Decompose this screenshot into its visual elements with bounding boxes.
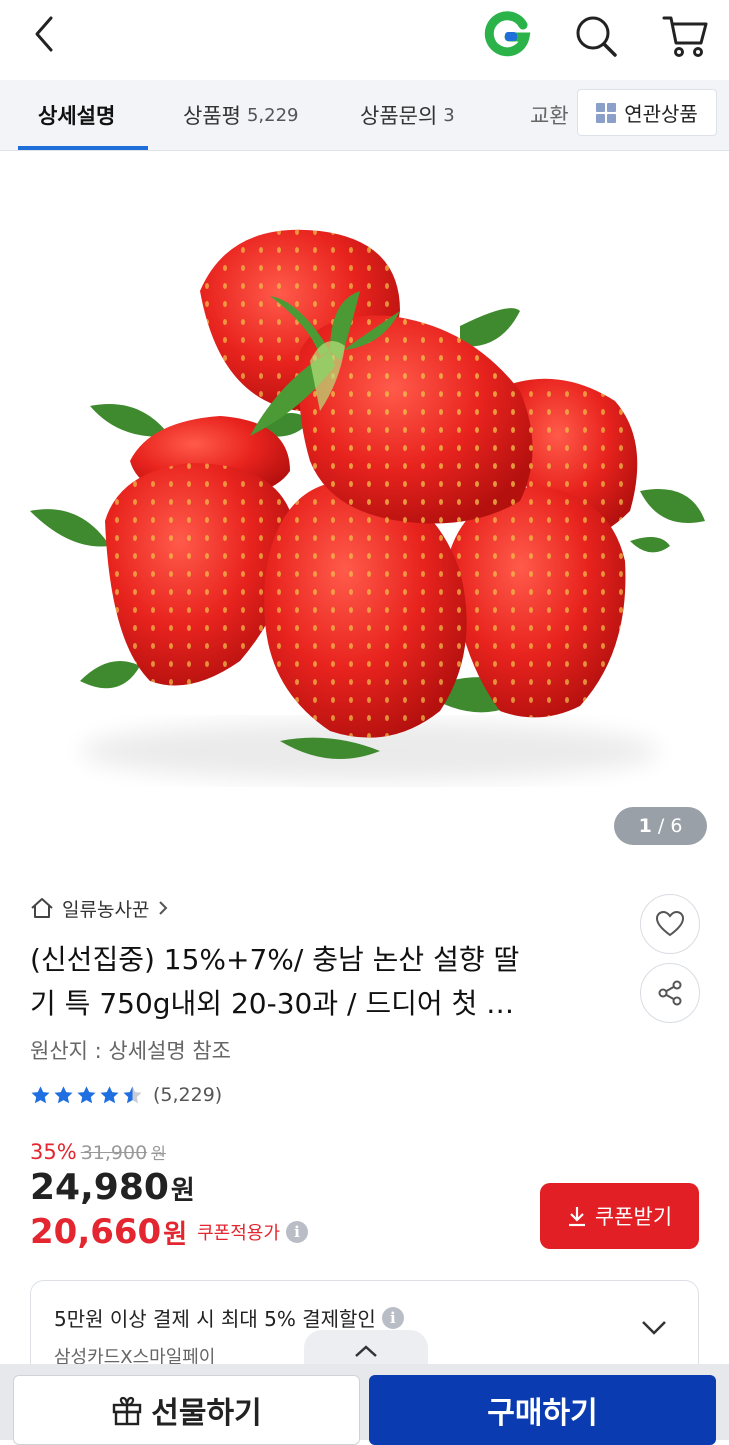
star-rating xyxy=(30,1085,143,1106)
tab-label: 상세설명 xyxy=(38,104,116,128)
sale-price-row: 24,980 원 xyxy=(30,1167,195,1208)
heart-icon xyxy=(655,910,685,937)
discount-percent: 35% xyxy=(30,1140,77,1164)
g-logo-icon xyxy=(484,11,531,57)
coupon-price-row: 20,660 원 쿠폰적용가 i xyxy=(30,1212,308,1252)
image-counter: 1 / 6 xyxy=(614,807,707,845)
coupon-price: 20,660 xyxy=(30,1212,162,1252)
original-price: 31,900 xyxy=(80,1142,148,1164)
product-title-line: 기 특 750g내외 20-30과 / 드디어 첫 … xyxy=(30,987,515,1020)
image-counter-total: 6 xyxy=(670,815,683,837)
product-title-line: (신선집중) 15%+7%/ 충남 논산 설향 딸 xyxy=(30,943,520,976)
share-icon xyxy=(658,980,682,1006)
original-price-unit: 원 xyxy=(151,1144,166,1163)
search-button[interactable] xyxy=(572,12,620,60)
gift-label: 선물하기 xyxy=(151,1396,262,1431)
star-icon xyxy=(77,1085,96,1103)
coupon-price-label: 쿠폰적용가 xyxy=(197,1223,280,1244)
search-icon xyxy=(576,16,617,57)
download-icon xyxy=(568,1207,585,1227)
tab-reviews[interactable]: 상품평 5,229 xyxy=(183,80,299,150)
expand-button[interactable] xyxy=(640,1318,668,1340)
seller-name: 일류농사꾼 xyxy=(62,898,150,921)
seller-link[interactable]: 일류농사꾼 xyxy=(30,893,169,923)
star-icon xyxy=(123,1085,142,1103)
grid-icon xyxy=(596,102,617,123)
chevron-down-icon xyxy=(642,1321,666,1335)
share-button[interactable] xyxy=(640,963,700,1023)
wishlist-button[interactable] xyxy=(640,894,700,954)
payment-discount-label: 5만원 이상 결제 시 최대 5% 결제할인 xyxy=(54,1307,376,1331)
gift-button[interactable]: 선물하기 xyxy=(13,1375,360,1445)
home-icon xyxy=(31,898,53,918)
info-icon[interactable]: i xyxy=(285,1221,308,1243)
image-counter-sep: / xyxy=(651,815,671,837)
discount-row: 35% 31,900 원 xyxy=(30,1140,166,1164)
star-icon xyxy=(31,1085,50,1103)
payment-discount-text: 5만원 이상 결제 시 최대 5% 결제할인 i xyxy=(54,1303,404,1332)
product-image[interactable] xyxy=(0,151,729,861)
sale-price-unit: 원 xyxy=(170,1176,195,1206)
cart-icon xyxy=(662,16,708,57)
get-coupon-label: 쿠폰받기 xyxy=(594,1205,673,1229)
chevron-left-icon xyxy=(35,16,53,52)
get-coupon-button[interactable]: 쿠폰받기 xyxy=(540,1183,699,1249)
buy-button[interactable]: 구매하기 xyxy=(369,1375,716,1445)
tab-label: 상품평 xyxy=(183,104,241,128)
tab-label: 교환 xyxy=(530,104,569,128)
strawberry-image xyxy=(30,229,705,781)
product-title: (신선집중) 15%+7%/ 충남 논산 설향 딸 기 특 750g내외 20-… xyxy=(30,938,610,1026)
gift-icon xyxy=(113,1396,142,1426)
sale-price: 24,980 xyxy=(30,1167,169,1208)
buy-label: 구매하기 xyxy=(487,1396,598,1431)
star-icon xyxy=(54,1085,73,1103)
review-count: (5,229) xyxy=(153,1084,223,1106)
tab-count: 3 xyxy=(443,104,455,126)
image-counter-current: 1 xyxy=(638,815,652,837)
related-products-button[interactable]: 연관상품 xyxy=(577,89,717,136)
back-button[interactable] xyxy=(24,14,64,54)
tab-exchange[interactable]: 교환 xyxy=(530,80,569,150)
tab-inquiry[interactable]: 상품문의 3 xyxy=(360,80,455,150)
related-products-label: 연관상품 xyxy=(624,102,698,126)
gmarket-logo[interactable] xyxy=(482,10,532,60)
coupon-price-unit: 원 xyxy=(163,1219,188,1250)
origin-info: 원산지 : 상세설명 참조 xyxy=(30,1039,231,1063)
active-tab-indicator xyxy=(18,146,148,150)
chevron-right-icon xyxy=(159,901,168,915)
rating-row[interactable]: (5,229) xyxy=(30,1080,222,1110)
tab-label: 상품문의 xyxy=(360,104,438,128)
cart-button[interactable] xyxy=(660,12,710,60)
tab-detail[interactable]: 상세설명 xyxy=(38,80,115,150)
tab-count: 5,229 xyxy=(246,104,299,126)
info-icon[interactable]: i xyxy=(381,1306,404,1329)
star-icon xyxy=(100,1085,119,1103)
